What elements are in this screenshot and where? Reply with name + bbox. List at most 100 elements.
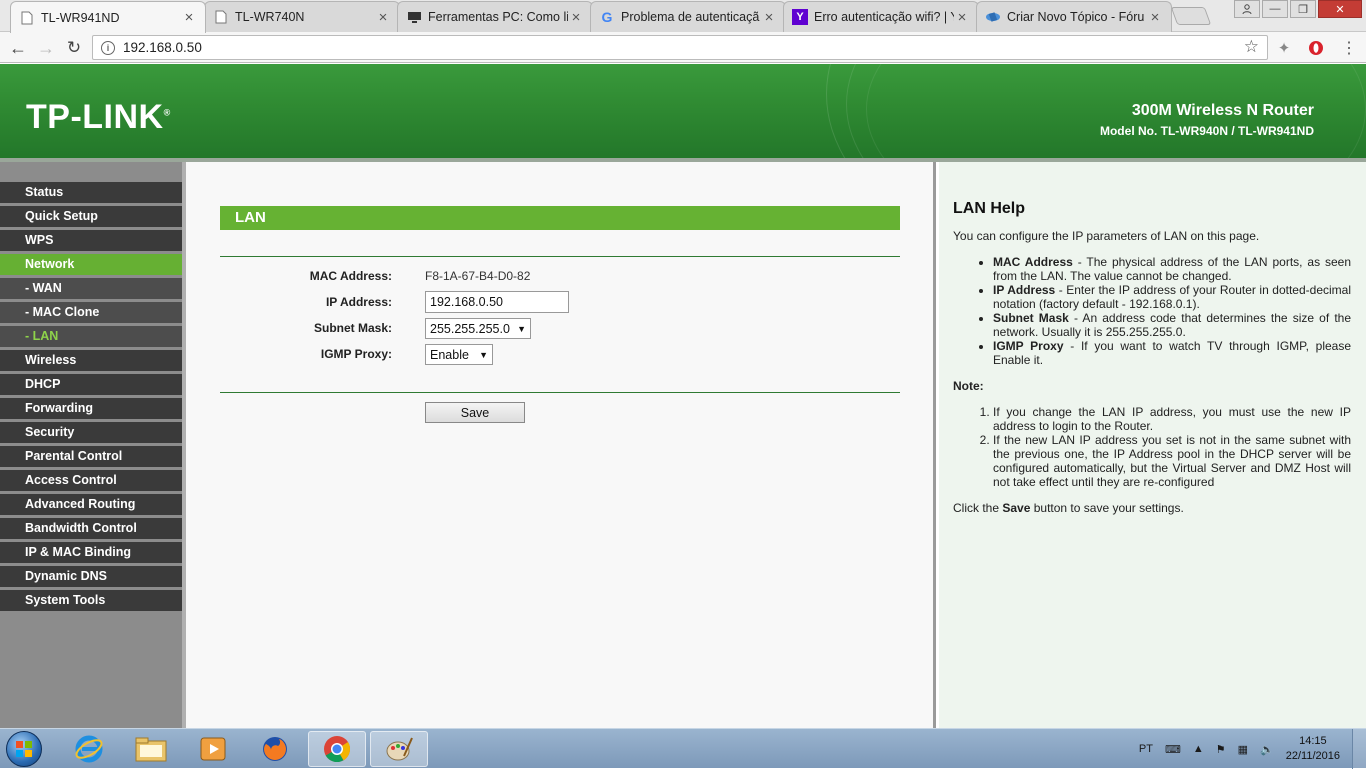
help-note: If you change the LAN IP address, you mu…: [993, 405, 1351, 433]
clock-date: 22/11/2016: [1285, 750, 1340, 762]
tab-tl-wr941nd[interactable]: TL-WR941ND ×: [10, 1, 206, 33]
main-panel: LAN MAC Address: F8-1A-67-B4-D0-82 IP Ad…: [186, 162, 936, 728]
language-indicator[interactable]: PT: [1139, 743, 1153, 755]
tab-tl-wr740n[interactable]: TL-WR740N ×: [204, 1, 400, 32]
sidebar-item-wan[interactable]: - WAN: [0, 278, 182, 302]
tab-ferramentas-pc[interactable]: Ferramentas PC: Como li ×: [397, 1, 593, 32]
sidebar-item-network[interactable]: Network: [0, 254, 182, 278]
chrome-icon[interactable]: [308, 731, 366, 767]
help-bullet: IP Address - Enter the IP address of you…: [993, 283, 1351, 311]
minimize-button[interactable]: —: [1262, 0, 1288, 18]
note-label: Note:: [953, 379, 984, 393]
new-tab-button[interactable]: [1170, 7, 1212, 25]
section-title: LAN: [220, 206, 900, 230]
bookmark-star-icon[interactable]: ☆: [1244, 37, 1259, 57]
product-name: 300M Wireless N Router: [1131, 102, 1314, 119]
help-notes: If you change the LAN IP address, you mu…: [993, 405, 1351, 489]
back-icon[interactable]: ←: [7, 37, 29, 59]
file-explorer-icon[interactable]: [122, 731, 180, 767]
network-icon[interactable]: ▦: [1238, 743, 1248, 756]
start-button[interactable]: [6, 731, 42, 767]
sidebar-item-dhcp[interactable]: DHCP: [0, 374, 182, 398]
tab-criar-novo-topico[interactable]: Criar Novo Tópico - Fóru ×: [976, 1, 1172, 32]
action-center-icon[interactable]: ⚑: [1216, 743, 1226, 756]
tab-close-icon[interactable]: ×: [761, 9, 777, 26]
sidebar-item-wps[interactable]: WPS: [0, 230, 182, 254]
ip-address-label: IP Address:: [325, 295, 392, 309]
internet-explorer-icon[interactable]: [60, 731, 118, 767]
forward-icon[interactable]: →: [35, 37, 57, 59]
sidebar-item-mac-clone[interactable]: - MAC Clone: [0, 302, 182, 326]
subnet-mask-label: Subnet Mask:: [313, 321, 392, 335]
clock-time: 14:15: [1299, 735, 1327, 747]
help-bullet: IGMP Proxy - If you want to watch TV thr…: [993, 339, 1351, 367]
divider: [220, 392, 900, 393]
sidebar-item-advanced-routing[interactable]: Advanced Routing: [0, 494, 182, 518]
address-text: 192.168.0.50: [123, 40, 202, 55]
sidebar-item-bandwidth-control[interactable]: Bandwidth Control: [0, 518, 182, 542]
reload-icon[interactable]: ↻: [63, 37, 85, 59]
tab-close-icon[interactable]: ×: [1147, 9, 1163, 26]
save-button[interactable]: Save: [425, 402, 525, 423]
google-icon: G: [601, 9, 613, 25]
tab-title: Erro autenticação wifi? | Y: [814, 10, 954, 24]
sidebar-item-security[interactable]: Security: [0, 422, 182, 446]
sidebar-item-system-tools[interactable]: System Tools: [0, 590, 182, 614]
keyboard-icon[interactable]: ⌨: [1165, 743, 1181, 756]
address-bar[interactable]: i 192.168.0.50 ☆: [92, 35, 1268, 60]
sidebar-item-quick-setup[interactable]: Quick Setup: [0, 206, 182, 230]
window-controls: — ❐ ✕: [1232, 0, 1362, 18]
tp-link-logo: TP-LINK®: [26, 98, 171, 136]
igmp-proxy-select[interactable]: Enable ▼: [425, 344, 493, 365]
show-hidden-icons-icon[interactable]: ▲: [1193, 743, 1204, 755]
sidebar-item-dynamic-dns[interactable]: Dynamic DNS: [0, 566, 182, 590]
paint-icon[interactable]: [370, 731, 428, 767]
tab-title: Criar Novo Tópico - Fóru: [1007, 10, 1145, 24]
forum-icon: [985, 9, 1001, 25]
menu-icon[interactable]: ⋮: [1340, 39, 1358, 57]
ip-address-input[interactable]: [425, 291, 569, 313]
system-tray: PT ⌨ ▲ ⚑ ▦ 🔈 14:15 22/11/2016: [1133, 729, 1366, 769]
browser-tabstrip: TL-WR941ND × TL-WR740N × Ferramentas PC:…: [0, 0, 1366, 33]
help-closing: Click the Save button to save your setti…: [953, 501, 1184, 515]
page-icon: [213, 9, 229, 25]
subnet-mask-select[interactable]: 255.255.255.0 ▼: [425, 318, 531, 339]
sidebar-item-lan[interactable]: - LAN: [0, 326, 182, 350]
help-bullet: MAC Address - The physical address of th…: [993, 255, 1351, 283]
sidebar-item-wireless[interactable]: Wireless: [0, 350, 182, 374]
clock[interactable]: 14:15 22/11/2016: [1286, 734, 1340, 764]
sidebar-item-parental-control[interactable]: Parental Control: [0, 446, 182, 470]
dropdown-arrow-icon: ▼: [479, 349, 488, 360]
igmp-proxy-label: IGMP Proxy:: [320, 347, 392, 361]
opera-icon[interactable]: [1307, 39, 1325, 57]
profile-icon[interactable]: [1234, 0, 1260, 18]
tab-close-icon[interactable]: ×: [181, 9, 197, 26]
media-player-icon[interactable]: [184, 731, 242, 767]
tab-erro-autenticacao[interactable]: Y Erro autenticação wifi? | Y ×: [783, 1, 979, 32]
volume-icon[interactable]: 🔈: [1260, 743, 1274, 756]
subnet-mask-value: 255.255.255.0: [430, 321, 510, 336]
sidebar-item-status[interactable]: Status: [0, 182, 182, 206]
firefox-icon[interactable]: [246, 731, 304, 767]
show-desktop-button[interactable]: [1352, 729, 1366, 769]
info-icon[interactable]: i: [101, 40, 115, 55]
sidebar-item-ip-mac-binding[interactable]: IP & MAC Binding: [0, 542, 182, 566]
sidebar-item-forwarding[interactable]: Forwarding: [0, 398, 182, 422]
restore-button[interactable]: ❐: [1290, 0, 1316, 18]
browser-toolbar: ← → ↻ i 192.168.0.50 ☆ ✦ ⋮: [0, 32, 1366, 63]
extension-icon[interactable]: ✦: [1275, 39, 1293, 57]
close-window-button[interactable]: ✕: [1318, 0, 1362, 18]
taskbar: PT ⌨ ▲ ⚑ ▦ 🔈 14:15 22/11/2016: [0, 728, 1366, 769]
mac-address-label: MAC Address:: [309, 269, 392, 283]
sidebar-item-access-control[interactable]: Access Control: [0, 470, 182, 494]
tab-close-icon[interactable]: ×: [954, 9, 970, 26]
help-note: If the new LAN IP address you set is not…: [993, 433, 1351, 489]
mac-address-value: F8-1A-67-B4-D0-82: [425, 269, 531, 283]
help-bullets: MAC Address - The physical address of th…: [993, 255, 1351, 367]
help-bullet: Subnet Mask - An address code that deter…: [993, 311, 1351, 339]
tab-close-icon[interactable]: ×: [375, 9, 391, 26]
tab-problema-autenticacao[interactable]: G Problema de autenticaçã ×: [590, 1, 786, 32]
tab-close-icon[interactable]: ×: [568, 9, 584, 26]
tab-title: TL-WR740N: [235, 10, 305, 24]
tab-title: Problema de autenticaçã: [621, 10, 760, 24]
